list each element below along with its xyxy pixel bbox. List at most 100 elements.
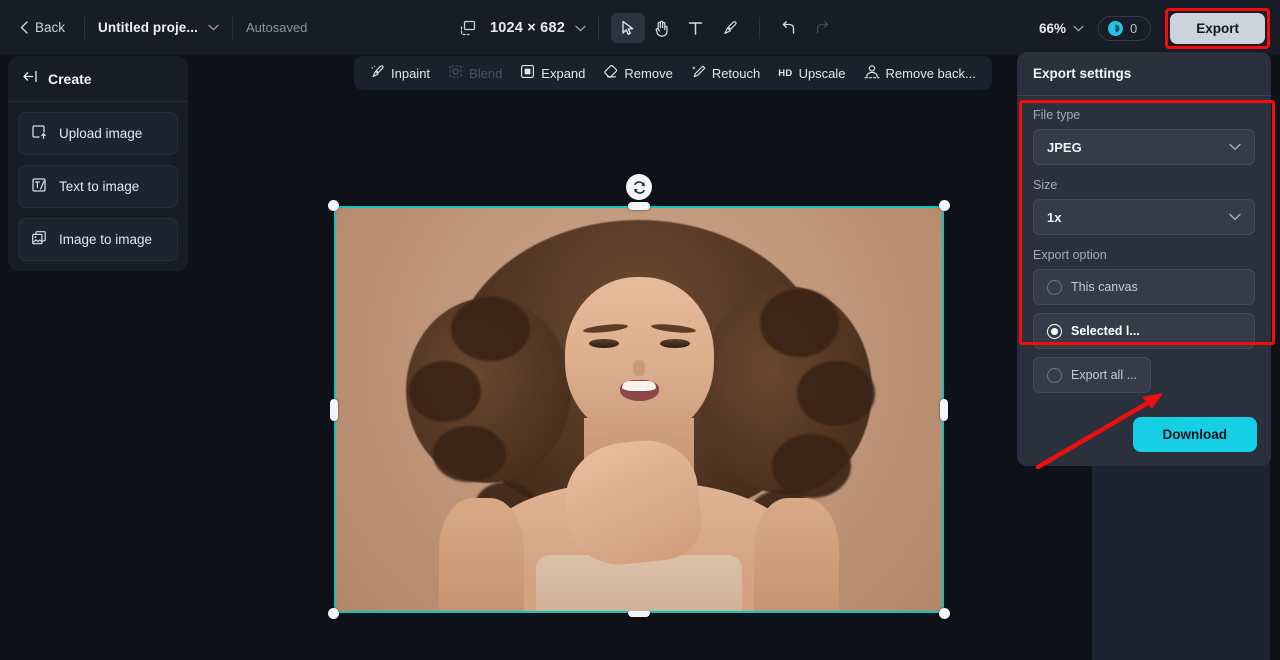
sidebar-item-text-to-image[interactable]: Text to image <box>18 165 178 208</box>
chevron-left-icon <box>20 21 28 34</box>
resize-handle-left[interactable] <box>330 398 338 421</box>
download-button[interactable]: Download <box>1132 417 1257 452</box>
expand-button[interactable]: Expand <box>512 58 593 88</box>
photo-arm-left <box>439 498 524 611</box>
text-to-image-icon <box>31 177 47 196</box>
top-bar-right: 66% 0 Export <box>1039 0 1280 56</box>
resize-handle-bottom-right[interactable] <box>939 608 950 619</box>
photo-eyebrow <box>582 322 628 335</box>
image-to-image-icon <box>31 230 47 249</box>
export-option-label: Export option <box>1033 248 1107 262</box>
selected-image[interactable] <box>334 206 944 613</box>
resize-handle-right[interactable] <box>940 398 948 421</box>
photo-eye <box>588 339 619 349</box>
export-panel-footer: Download <box>1017 407 1271 466</box>
credits-count: 0 <box>1130 20 1138 36</box>
zoom-level: 66% <box>1038 20 1066 36</box>
canvas-dimensions[interactable]: 1024 × 682 <box>490 20 565 36</box>
hd-badge: HD <box>778 67 793 79</box>
chevron-down-icon <box>1229 138 1241 156</box>
canvas-edit-toolbar: Inpaint Blend Expand Remove Retouch HD U… <box>354 56 992 90</box>
radio-icon <box>1047 279 1062 295</box>
file-type-value: JPEG <box>1047 139 1082 155</box>
text-tool[interactable] <box>679 13 713 43</box>
photo-garment <box>535 554 743 611</box>
inpaint-label: Inpaint <box>391 65 431 81</box>
redo-tool[interactable] <box>806 13 840 43</box>
blend-label: Blend <box>469 65 503 81</box>
export-option-selected-layer[interactable]: Selected l... <box>1033 313 1255 349</box>
photo-curl <box>451 296 530 362</box>
inpaint-icon <box>370 64 385 82</box>
sidebar-items: Upload image Text to image Image to imag… <box>8 102 188 261</box>
export-option-group: This canvas Selected l... Export all ... <box>1033 269 1255 393</box>
resize-handle-top-right[interactable] <box>939 200 950 211</box>
divider <box>758 17 760 39</box>
right-edge-strip <box>1270 56 1280 660</box>
undo-tool[interactable] <box>772 13 806 43</box>
blend-icon <box>448 64 463 82</box>
export-panel-body: File type JPEG Size 1x Export option Thi… <box>1017 96 1271 407</box>
divider <box>84 16 86 39</box>
brush-tool[interactable] <box>713 13 747 43</box>
divider <box>231 16 233 39</box>
create-sidebar: Create Upload image Text to image Image … <box>8 56 188 271</box>
size-label: Size <box>1033 178 1058 192</box>
top-bar-left: Back Untitled proje... Autosaved <box>0 0 307 55</box>
expand-label: Expand <box>541 65 586 81</box>
back-button[interactable]: Back <box>14 15 71 40</box>
sidebar-item-label: Image to image <box>59 232 153 247</box>
sidebar-item-image-to-image[interactable]: Image to image <box>18 218 178 261</box>
resize-handle-bottom-left[interactable] <box>328 608 339 619</box>
pan-tool[interactable] <box>645 13 679 43</box>
retouch-icon <box>691 64 706 82</box>
photo-teeth <box>622 381 657 391</box>
chevron-down-icon <box>1229 208 1241 226</box>
remove-background-label: Remove back... <box>885 65 976 81</box>
remove-icon <box>603 64 618 82</box>
export-button-highlight: Export <box>1165 7 1270 49</box>
canvas-size-icon[interactable] <box>460 20 476 36</box>
export-button[interactable]: Export <box>1170 12 1265 44</box>
remove-button[interactable]: Remove <box>595 58 680 88</box>
sidebar-item-upload-image[interactable]: Upload image <box>18 112 178 155</box>
photo-curl <box>796 361 876 426</box>
resize-handle-top-left[interactable] <box>328 200 339 211</box>
upscale-button[interactable]: HD Upscale <box>770 60 853 87</box>
zoom-control[interactable]: 66% <box>1039 19 1084 37</box>
expand-icon <box>520 64 535 82</box>
size-select[interactable]: 1x <box>1033 199 1255 235</box>
selected-image-wrapper[interactable] <box>328 174 950 619</box>
remove-background-icon <box>863 64 880 82</box>
select-tool[interactable] <box>610 13 645 43</box>
photo-face <box>565 276 714 438</box>
back-label: Back <box>35 20 66 35</box>
collapse-left-icon[interactable] <box>22 70 38 88</box>
project-name[interactable]: Untitled proje... <box>98 20 198 35</box>
retouch-button[interactable]: Retouch <box>683 58 768 88</box>
sidebar-item-label: Upload image <box>59 126 143 141</box>
remove-background-button[interactable]: Remove back... <box>856 58 984 88</box>
file-type-select[interactable]: JPEG <box>1033 129 1255 165</box>
resize-handle-top[interactable] <box>628 202 650 210</box>
app-root: Back Untitled proje... Autosaved 1024 × … <box>0 0 1280 660</box>
photo-arm-right <box>754 498 839 611</box>
export-option-this-canvas[interactable]: This canvas <box>1033 269 1255 305</box>
photo-curl <box>432 425 506 483</box>
export-option-export-all[interactable]: Export all ... <box>1033 357 1151 393</box>
blend-button[interactable]: Blend <box>440 58 510 88</box>
export-option-label-text: Selected l... <box>1071 324 1140 338</box>
divider <box>597 17 599 39</box>
export-settings-panel: Export settings File type JPEG Size 1x E… <box>1017 52 1271 466</box>
inpaint-button[interactable]: Inpaint <box>362 58 438 88</box>
size-value: 1x <box>1047 209 1062 225</box>
sidebar-item-label: Text to image <box>59 179 140 194</box>
project-menu-chevron-down-icon[interactable] <box>208 24 219 31</box>
photo-nose <box>633 360 646 377</box>
canvas-size-chevron-down-icon[interactable] <box>575 25 586 32</box>
credits-badge[interactable]: 0 <box>1098 15 1152 41</box>
rotate-icon[interactable] <box>626 174 652 200</box>
export-panel-header: Export settings <box>1017 52 1271 96</box>
photo-curl <box>772 433 852 499</box>
radio-icon <box>1047 367 1062 383</box>
